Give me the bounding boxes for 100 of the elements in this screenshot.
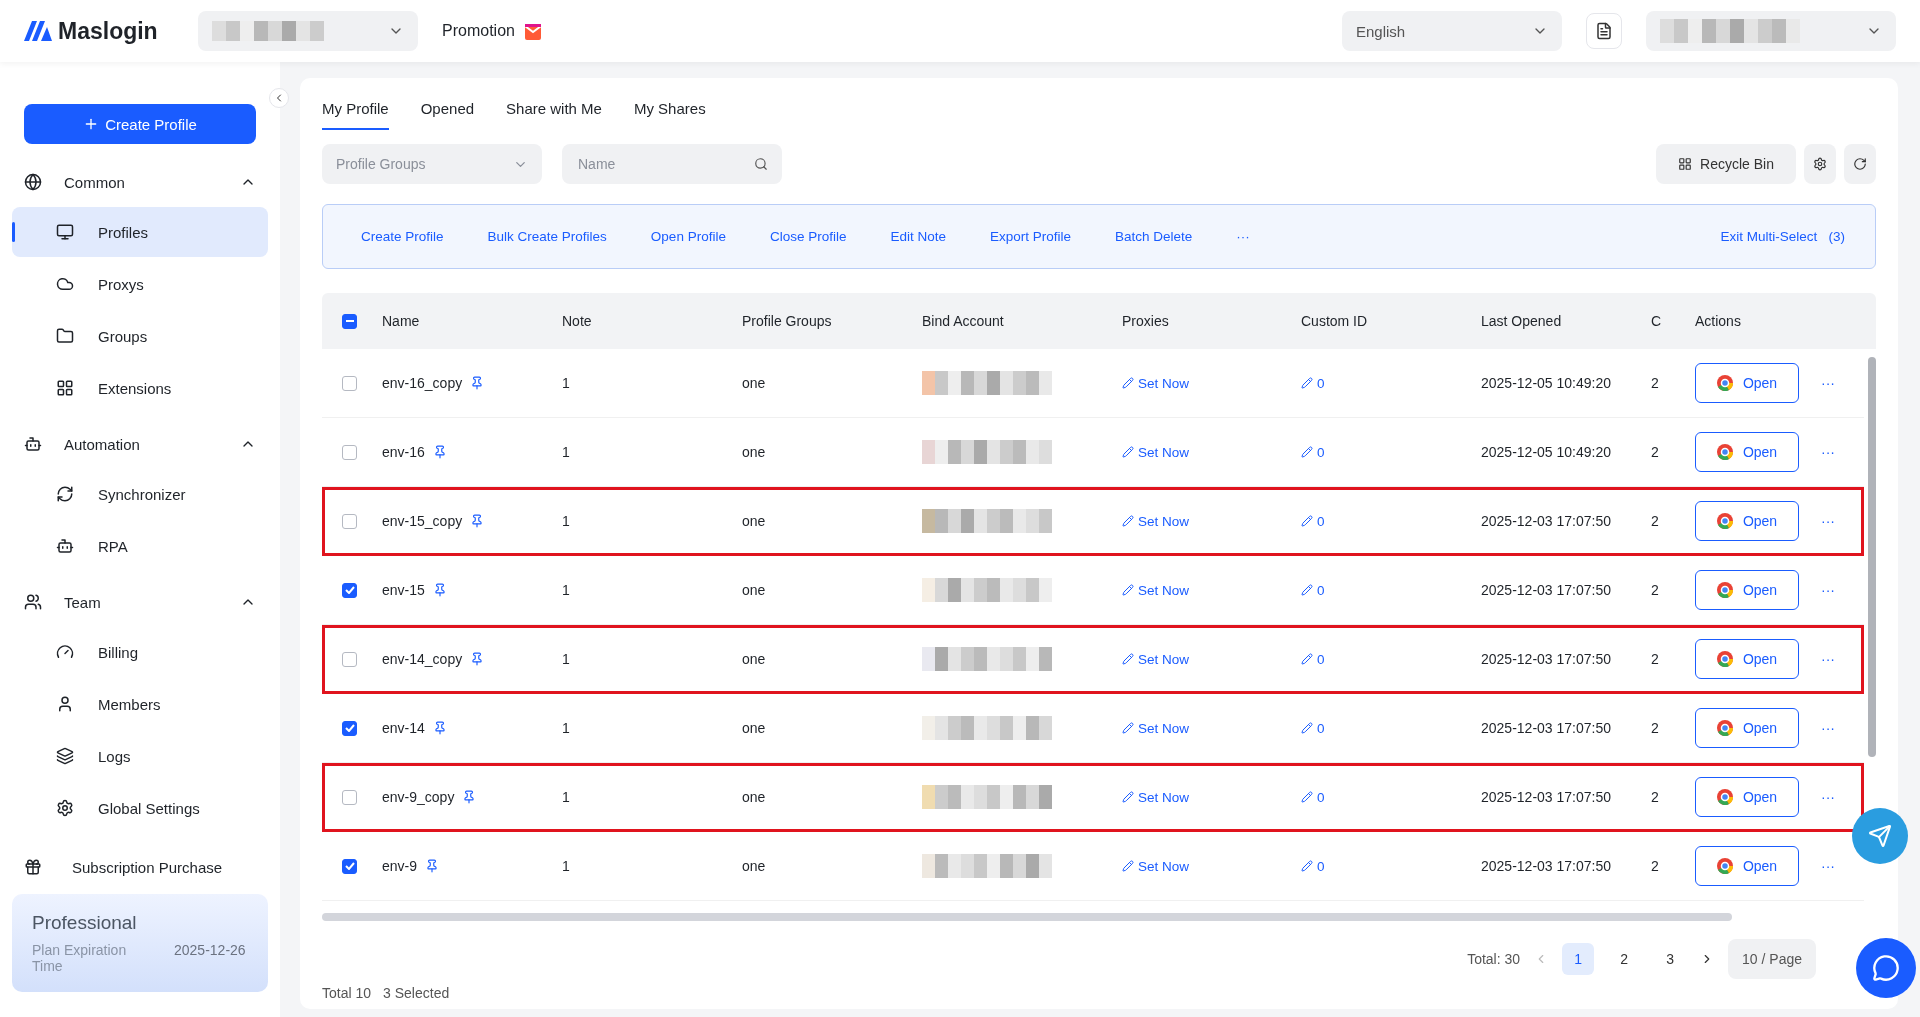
sidebar-item[interactable]: Members [12, 679, 268, 729]
set-proxy-link[interactable]: Set Now [1122, 651, 1301, 667]
pin-icon[interactable] [432, 445, 447, 460]
custom-id-link[interactable]: 0 [1301, 582, 1481, 598]
tab[interactable]: Share with Me [506, 88, 602, 130]
row-checkbox[interactable] [342, 720, 357, 736]
pin-icon[interactable] [470, 652, 485, 667]
open-button[interactable]: Open [1695, 432, 1799, 473]
custom-id-link[interactable]: 0 [1301, 858, 1481, 874]
sidebar-item[interactable]: Profiles [12, 207, 268, 257]
sidebar-item[interactable]: Synchronizer [12, 469, 268, 519]
more-options-button[interactable]: ··· [1821, 858, 1835, 875]
custom-id-link[interactable]: 0 [1301, 789, 1481, 805]
search-field[interactable]: Name [562, 144, 782, 184]
tab[interactable]: My Shares [633, 88, 706, 130]
pin-icon[interactable] [462, 790, 477, 805]
more-options-button[interactable]: ··· [1821, 651, 1835, 668]
sidebar-item[interactable]: Groups [12, 311, 268, 361]
pin-icon[interactable] [432, 721, 447, 736]
custom-id-link[interactable]: 0 [1301, 513, 1481, 529]
open-button[interactable]: Open [1695, 363, 1799, 404]
sidebar-item[interactable]: Subscription Purchase [12, 842, 268, 892]
grid-icon [1678, 157, 1693, 171]
sidebar-section[interactable]: Automation [12, 420, 268, 468]
vertical-scrollbar[interactable] [1868, 357, 1876, 758]
tab[interactable]: My Profile [322, 88, 389, 130]
set-proxy-link[interactable]: Set Now [1122, 858, 1301, 874]
chat-button[interactable] [1856, 938, 1916, 998]
more-options-button[interactable]: ··· [1821, 582, 1835, 599]
open-button[interactable]: Open [1695, 708, 1799, 749]
telegram-button[interactable] [1852, 808, 1908, 864]
sidebar-item[interactable]: Proxys [12, 259, 268, 309]
row-checkbox[interactable] [342, 582, 357, 598]
set-proxy-link[interactable]: Set Now [1122, 444, 1301, 460]
more-options-button[interactable]: ··· [1821, 513, 1835, 530]
horizontal-scrollbar[interactable] [322, 913, 1732, 921]
more-options-button[interactable]: ··· [1821, 789, 1835, 806]
bulk-action-button[interactable]: Create Profile [339, 229, 466, 245]
tab[interactable]: Opened [420, 88, 475, 130]
pagination-total: Total: 30 [1467, 951, 1521, 967]
more-options-button[interactable]: ··· [1821, 444, 1835, 461]
open-button[interactable]: Open [1695, 777, 1799, 818]
profile-name: env-16 [382, 444, 425, 461]
sidebar-item[interactable]: Extensions [12, 363, 268, 413]
refresh-button[interactable] [1844, 144, 1876, 184]
pin-icon[interactable] [470, 514, 485, 529]
custom-id-link[interactable]: 0 [1301, 651, 1481, 667]
set-proxy-link[interactable]: Set Now [1122, 720, 1301, 736]
row-checkbox[interactable] [342, 375, 357, 391]
row-checkbox[interactable] [342, 789, 357, 805]
custom-id-link[interactable]: 0 [1301, 444, 1481, 460]
sidebar-item[interactable]: Global Settings [12, 783, 268, 833]
sidebar-item[interactable]: Billing [12, 627, 268, 677]
bulk-action-button[interactable]: Batch Delete [1093, 229, 1215, 245]
table-cell-text: 2025-12-03 17:07:50 [1481, 789, 1612, 806]
more-options-button[interactable]: ··· [1821, 720, 1835, 737]
pin-icon[interactable] [425, 859, 440, 874]
row-checkbox[interactable] [342, 651, 357, 667]
bulk-action-button[interactable]: ··· [1214, 229, 1272, 245]
custom-id-link[interactable]: 0 [1301, 375, 1481, 391]
select-all-checkbox[interactable] [342, 313, 357, 329]
open-button[interactable]: Open [1695, 570, 1799, 611]
bulk-action-button[interactable]: Open Profile [628, 229, 748, 245]
page-size-select[interactable]: 10 / Page [1728, 939, 1816, 979]
document-icon[interactable] [1586, 13, 1622, 49]
set-proxy-link[interactable]: Set Now [1122, 375, 1301, 391]
sidebar-item[interactable]: Logs [12, 731, 268, 781]
bulk-action-button[interactable]: Edit Note [868, 229, 968, 245]
page-button[interactable]: 2 [1608, 943, 1641, 975]
set-proxy-link[interactable]: Set Now [1122, 513, 1301, 529]
create-profile-button[interactable]: Create Profile [24, 104, 256, 144]
more-options-button[interactable]: ··· [1821, 375, 1835, 392]
sidebar-section[interactable]: Common [12, 158, 268, 206]
custom-id-link[interactable]: 0 [1301, 720, 1481, 736]
recycle-bin-button[interactable]: Recycle Bin [1656, 144, 1796, 184]
promotion-link[interactable]: Promotion [442, 22, 515, 40]
bulk-action-button[interactable]: Export Profile [967, 229, 1093, 245]
row-checkbox[interactable] [342, 513, 357, 529]
pin-icon[interactable] [432, 583, 447, 598]
profile-groups-select[interactable]: Profile Groups [322, 144, 542, 184]
language-select[interactable]: English [1342, 11, 1562, 51]
set-proxy-link[interactable]: Set Now [1122, 789, 1301, 805]
open-button[interactable]: Open [1695, 639, 1799, 680]
search-input[interactable]: Name [576, 155, 726, 173]
pin-icon[interactable] [470, 376, 485, 391]
open-button[interactable]: Open [1695, 846, 1799, 887]
row-checkbox[interactable] [342, 444, 357, 460]
bulk-action-button[interactable]: Bulk Create Profiles [465, 229, 629, 245]
exit-multi-select-button[interactable]: Exit Multi-Select (3) [1720, 229, 1845, 245]
settings-button[interactable] [1804, 144, 1836, 184]
page-button[interactable]: 1 [1562, 943, 1595, 975]
sidebar-section[interactable]: Team [12, 578, 268, 626]
page-button[interactable]: 3 [1654, 943, 1687, 975]
refresh-icon [1853, 157, 1867, 171]
row-checkbox[interactable] [342, 858, 357, 874]
set-proxy-link[interactable]: Set Now [1122, 582, 1301, 598]
collapse-sidebar-button[interactable] [269, 88, 289, 108]
open-button[interactable]: Open [1695, 501, 1799, 542]
sidebar-item[interactable]: RPA [12, 521, 268, 571]
bulk-action-button[interactable]: Close Profile [747, 229, 869, 245]
